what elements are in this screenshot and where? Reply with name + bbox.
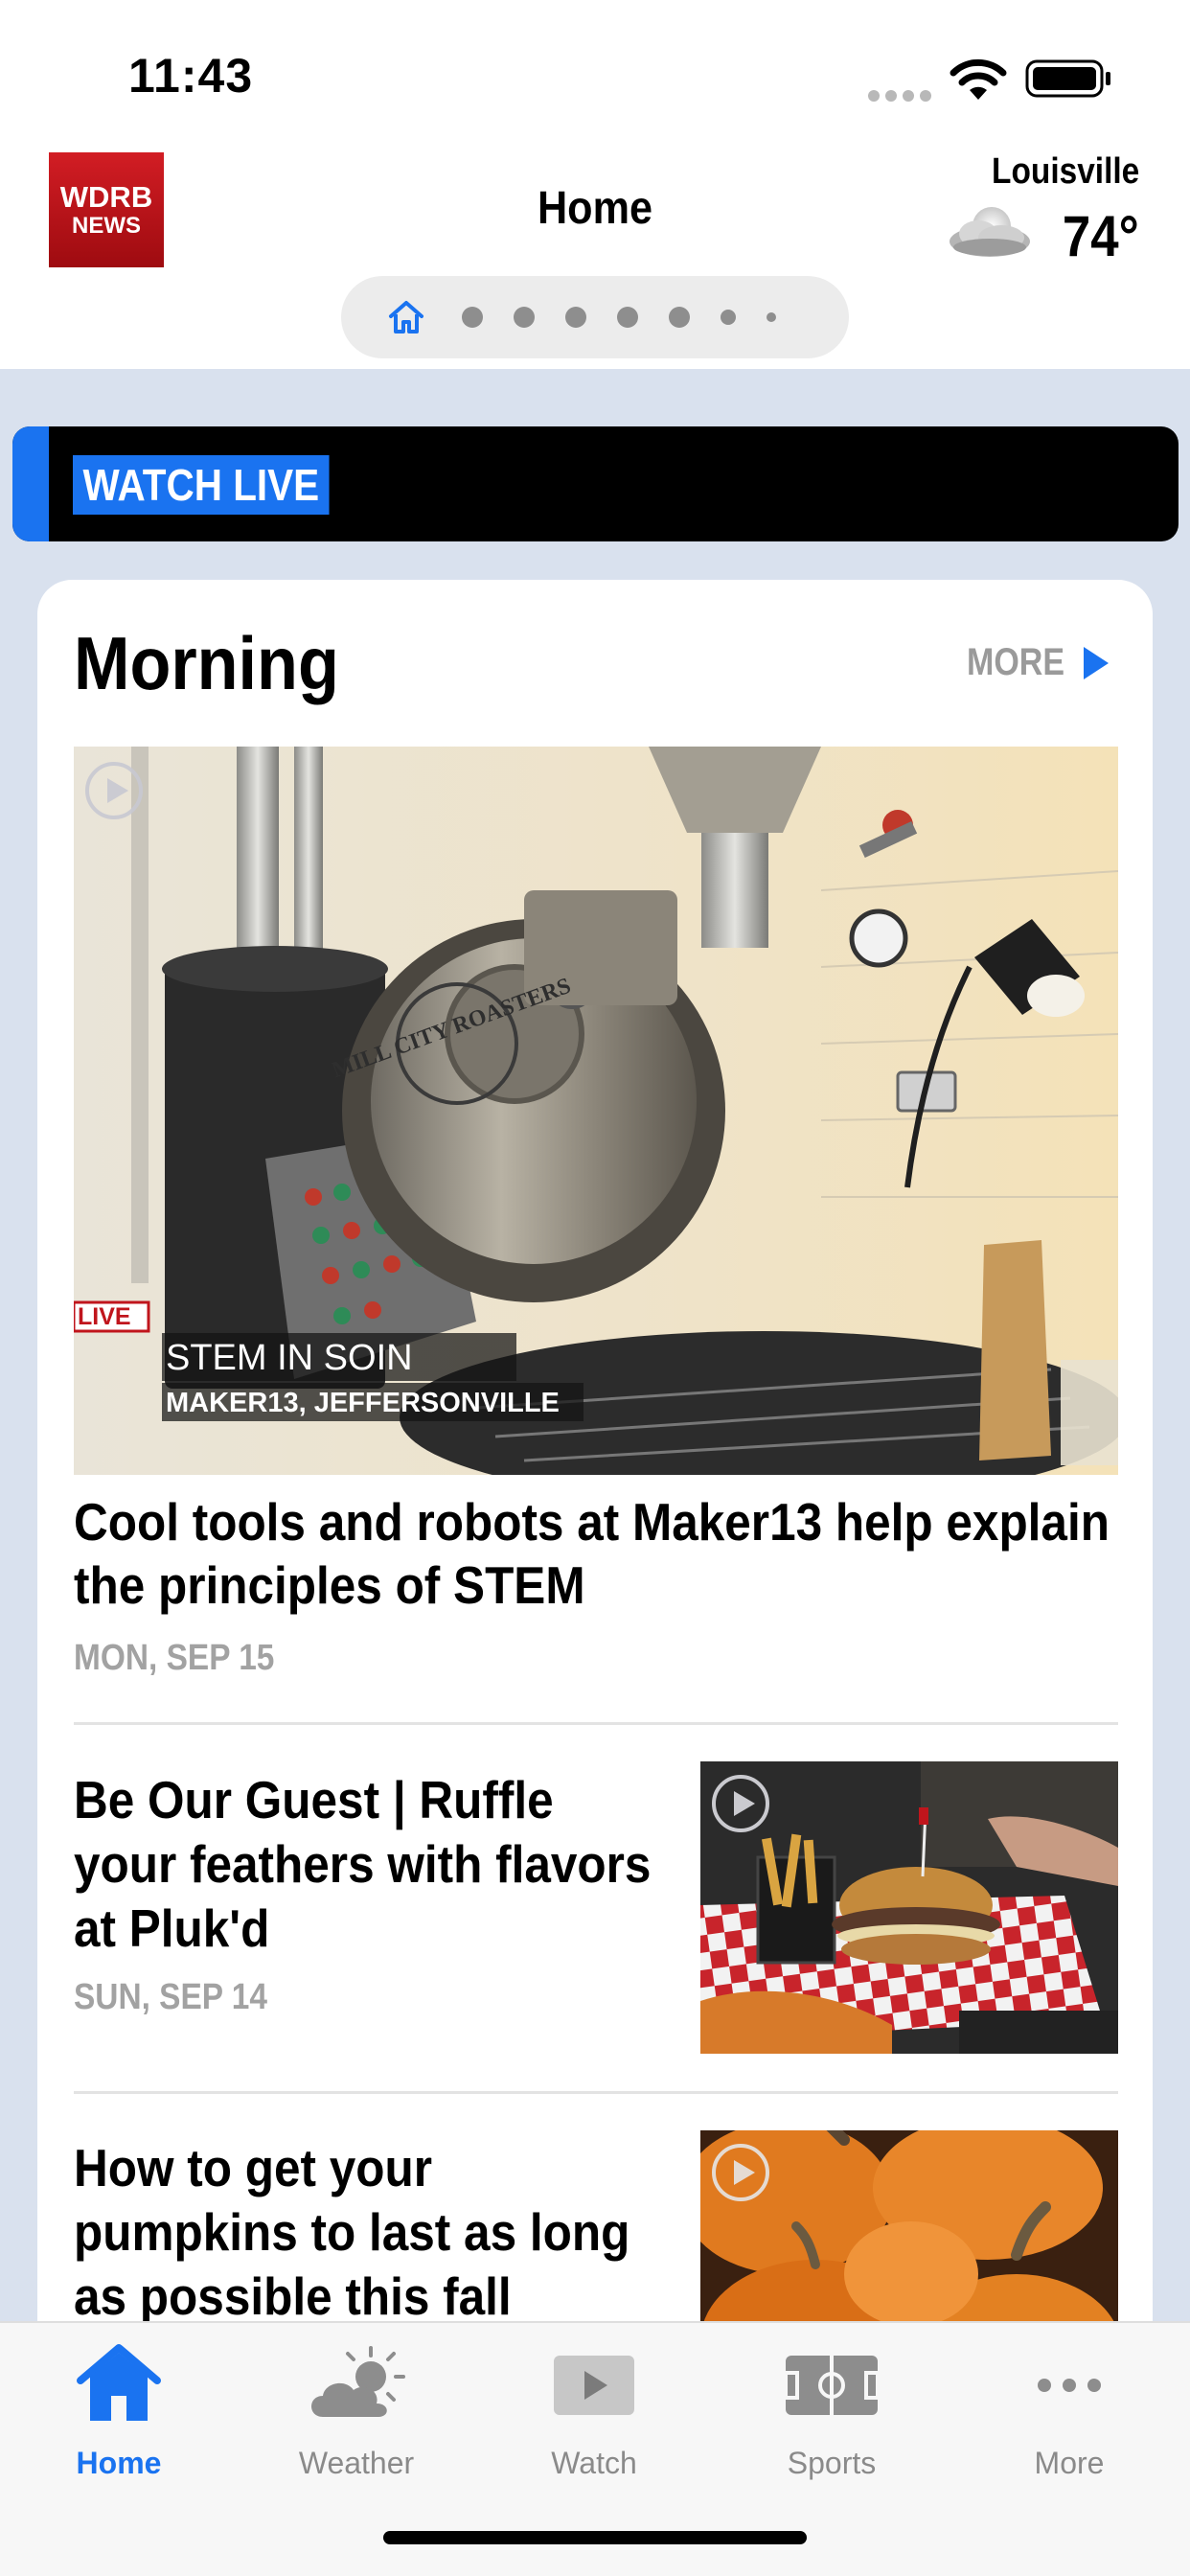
tab-sports[interactable]: Sports: [713, 2323, 950, 2515]
wifi-icon: [950, 58, 1007, 100]
pager-dot[interactable]: [669, 307, 690, 328]
tab-watch[interactable]: Watch: [475, 2323, 713, 2515]
battery-icon: [1025, 59, 1110, 98]
triangle-right-icon: [1084, 646, 1109, 679]
pager-dot[interactable]: [767, 312, 776, 322]
video-play-icon: [85, 762, 143, 819]
tab-label: Sports: [787, 2446, 877, 2480]
status-bar: 11:43: [0, 0, 1190, 144]
live-accent-bar: [12, 426, 49, 541]
house-icon: [77, 2344, 161, 2421]
coffee-roaster-photo: MILL CITY ROASTERS LIVE STEM IN SOIN MAK…: [74, 747, 1118, 1475]
partly-cloudy-icon[interactable]: [944, 199, 1036, 266]
pager-dot[interactable]: [514, 307, 535, 328]
page-indicator[interactable]: [341, 276, 849, 358]
watch-live-banner[interactable]: WATCH LIVE: [12, 426, 1179, 541]
morning-section-card: Morning MORE MILL CITY ROASTERS LIVE STE…: [37, 580, 1153, 2576]
tab-label: More: [1034, 2446, 1105, 2480]
cloud-sun-icon: [311, 2346, 405, 2417]
more-label: MORE: [967, 641, 1064, 683]
pager-dot[interactable]: [565, 307, 586, 328]
article-date: SUN, SEP 14: [74, 1977, 267, 2017]
pager-home-icon[interactable]: [387, 298, 425, 336]
weather-city[interactable]: Louisville: [992, 151, 1139, 193]
tab-weather[interactable]: Weather: [238, 2323, 475, 2515]
divider: [74, 1722, 1118, 1725]
pager-dot[interactable]: [617, 307, 638, 328]
cellular-signal-icon: [868, 90, 931, 102]
video-play-icon: [712, 2144, 769, 2201]
watch-live-label: WATCH LIVE: [73, 455, 330, 515]
pager-dot[interactable]: [462, 307, 483, 328]
video-play-icon: [712, 1775, 769, 1832]
divider: [74, 2091, 1118, 2094]
pager-dot[interactable]: [721, 310, 736, 325]
lower-third-line1: STEM IN SOIN: [166, 1338, 413, 1378]
tab-label: Weather: [298, 2446, 415, 2480]
app-header: WDRB NEWS Home Louisville 74°: [0, 144, 1190, 369]
status-time: 11:43: [128, 49, 254, 103]
article-thumbnail[interactable]: [700, 1761, 1118, 2054]
play-icon: [554, 2356, 634, 2415]
tab-home[interactable]: Home: [0, 2323, 238, 2515]
article-headline[interactable]: How to get your pumpkins to last as long…: [74, 2136, 660, 2329]
more-link[interactable]: MORE: [950, 641, 1110, 684]
section-title: Morning: [74, 621, 339, 705]
field-icon: [784, 2356, 880, 2415]
hero-article-headline[interactable]: Cool tools and robots at Maker13 help ex…: [74, 1490, 1117, 1617]
lower-third-line2: MAKER13, JEFFERSONVILLE: [166, 1388, 560, 1418]
home-indicator[interactable]: [383, 2531, 807, 2544]
tab-more[interactable]: More: [950, 2323, 1188, 2515]
tab-label: Watch: [551, 2446, 637, 2480]
hero-article-date: MON, SEP 15: [74, 1638, 275, 1678]
live-tag: LIVE: [78, 1303, 131, 1330]
weather-temperature[interactable]: 74°: [1063, 203, 1139, 269]
tab-label: Home: [76, 2446, 162, 2480]
article-headline[interactable]: Be Our Guest | Ruffle your feathers with…: [74, 1768, 660, 1961]
ellipsis-icon: [1038, 2379, 1101, 2392]
hero-article-image[interactable]: MILL CITY ROASTERS LIVE STEM IN SOIN MAK…: [74, 747, 1118, 1475]
